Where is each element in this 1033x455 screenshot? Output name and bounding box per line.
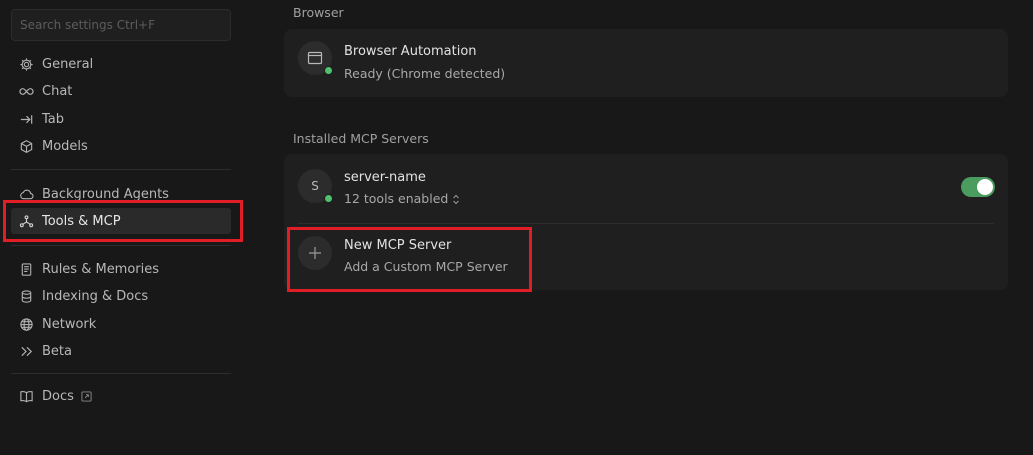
sidebar-item-label: General xyxy=(42,56,94,72)
sidebar-item-label: Indexing & Docs xyxy=(42,288,149,304)
globe-icon xyxy=(18,316,34,332)
new-mcp-server-row[interactable]: New MCP Server Add a Custom MCP Server xyxy=(284,224,1008,290)
sidebar-item-label: Tools & MCP xyxy=(42,213,121,229)
sidebar-item-rules-memories[interactable]: Rules & Memories xyxy=(11,256,231,282)
sidebar-divider xyxy=(11,169,231,170)
sidebar-item-label: Beta xyxy=(42,343,72,359)
sidebar-item-label: Models xyxy=(42,138,88,154)
chevron-updown-icon xyxy=(452,193,460,205)
sidebar-item-tools-mcp[interactable]: Tools & MCP xyxy=(11,208,231,234)
external-link-icon xyxy=(81,390,92,402)
plus-icon xyxy=(298,236,332,270)
server-enabled-toggle[interactable] xyxy=(961,177,995,197)
double-chevron-icon xyxy=(18,343,34,359)
sidebar-item-general[interactable]: General xyxy=(11,51,231,77)
infinity-icon xyxy=(18,83,34,99)
database-icon xyxy=(18,288,34,304)
gear-icon xyxy=(18,56,34,72)
new-mcp-server-subtitle: Add a Custom MCP Server xyxy=(344,259,508,274)
server-avatar-letter: S xyxy=(311,179,319,193)
new-mcp-server-title: New MCP Server xyxy=(344,238,452,253)
server-name: server-name xyxy=(344,170,426,185)
settings-sidebar: General Chat Tab Mod xyxy=(0,0,243,455)
server-tools-dropdown[interactable]: 12 tools enabled xyxy=(344,191,460,206)
sidebar-item-label: Rules & Memories xyxy=(42,261,160,277)
browser-automation-card[interactable]: Browser Automation Ready (Chrome detecte… xyxy=(284,29,1008,97)
browser-automation-status: Ready (Chrome detected) xyxy=(344,66,506,81)
sidebar-item-tab[interactable]: Tab xyxy=(11,106,231,132)
search-input[interactable] xyxy=(20,18,222,32)
cube-icon xyxy=(18,138,34,154)
tab-arrow-icon xyxy=(18,111,34,127)
cloud-icon xyxy=(18,186,34,202)
sidebar-item-label: Docs xyxy=(42,388,74,404)
sidebar-item-background-agents[interactable]: Background Agents xyxy=(11,181,231,207)
sidebar-item-label: Network xyxy=(42,316,97,332)
tools-nodes-icon xyxy=(18,213,34,229)
sidebar-item-indexing-docs[interactable]: Indexing & Docs xyxy=(11,283,231,309)
status-dot xyxy=(324,66,333,75)
sidebar-item-label: Chat xyxy=(42,83,73,99)
document-icon xyxy=(18,261,34,277)
settings-window: General Chat Tab Mod xyxy=(0,0,1033,455)
mcp-servers-card: S server-name 12 tools enabled New MCP S… xyxy=(284,154,1008,290)
mcp-server-row[interactable]: S server-name 12 tools enabled xyxy=(284,154,1008,222)
status-dot xyxy=(324,194,333,203)
browser-window-icon xyxy=(298,41,333,75)
sidebar-item-label: Tab xyxy=(42,111,65,127)
server-avatar: S xyxy=(298,169,333,203)
sidebar-item-beta[interactable]: Beta xyxy=(11,338,231,364)
sidebar-item-docs[interactable]: Docs xyxy=(11,383,231,409)
sidebar-divider xyxy=(11,245,231,246)
toggle-knob xyxy=(977,179,993,195)
sidebar-item-models[interactable]: Models xyxy=(11,133,231,159)
browser-automation-title: Browser Automation xyxy=(344,44,477,59)
sidebar-divider xyxy=(11,373,231,374)
section-label-installed-mcp: Installed MCP Servers xyxy=(293,131,429,146)
book-icon xyxy=(18,388,34,404)
server-tools-label: 12 tools enabled xyxy=(344,191,449,206)
sidebar-item-chat[interactable]: Chat xyxy=(11,78,231,104)
section-label-browser: Browser xyxy=(293,5,344,20)
sidebar-item-network[interactable]: Network xyxy=(11,311,231,337)
sidebar-item-label: Background Agents xyxy=(42,186,169,202)
search-box[interactable] xyxy=(11,9,231,41)
